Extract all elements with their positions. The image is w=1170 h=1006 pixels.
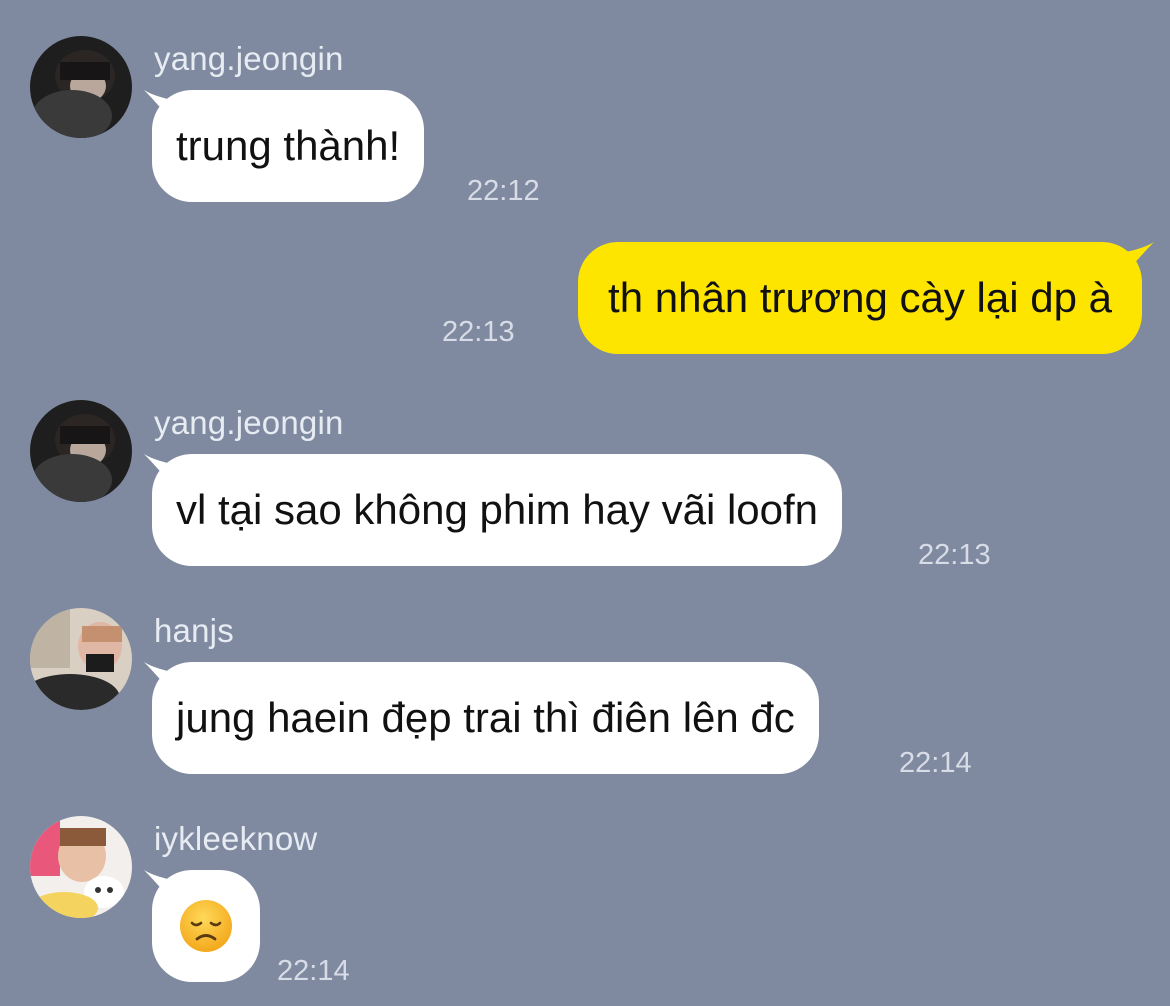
message-text: th nhân trương cày lại dp à bbox=[608, 274, 1112, 321]
sender-name: hanjs bbox=[154, 612, 234, 649]
message-text: vl tại sao không phim hay vãi loofn bbox=[176, 486, 819, 533]
message-timestamp: 22:13 bbox=[918, 539, 991, 571]
chat-conversation: yang.jeongin trung thành! 22:12 22:13 th… bbox=[0, 0, 1170, 1006]
message-timestamp: 22:12 bbox=[467, 175, 540, 207]
message-timestamp: 22:14 bbox=[899, 747, 972, 779]
sender-name: yang.jeongin bbox=[154, 404, 344, 441]
avatar-hanjs[interactable] bbox=[30, 608, 132, 710]
message-text: trung thành! bbox=[176, 122, 401, 169]
disappointed-face-emoji bbox=[180, 900, 232, 952]
avatar-yang-jeongin[interactable] bbox=[30, 400, 132, 502]
message-bubble-outgoing[interactable]: th nhân trương cày lại dp à bbox=[578, 242, 1142, 354]
sender-name: yang.jeongin bbox=[154, 40, 344, 77]
avatar-yang-jeongin[interactable] bbox=[30, 36, 132, 138]
message-bubble[interactable]: vl tại sao không phim hay vãi loofn bbox=[152, 454, 843, 566]
avatar-iykleeknow[interactable] bbox=[30, 816, 132, 918]
message-text: jung haein đẹp trai thì điên lên đc bbox=[176, 694, 795, 741]
message-bubble[interactable] bbox=[152, 870, 260, 982]
sender-name: iykleeknow bbox=[154, 820, 318, 857]
message-bubble[interactable]: jung haein đẹp trai thì điên lên đc bbox=[152, 662, 819, 774]
bubble-tail bbox=[1126, 242, 1154, 272]
message-bubble[interactable]: trung thành! bbox=[152, 90, 425, 202]
message-timestamp: 22:14 bbox=[277, 955, 350, 987]
message-timestamp: 22:13 bbox=[442, 316, 515, 348]
